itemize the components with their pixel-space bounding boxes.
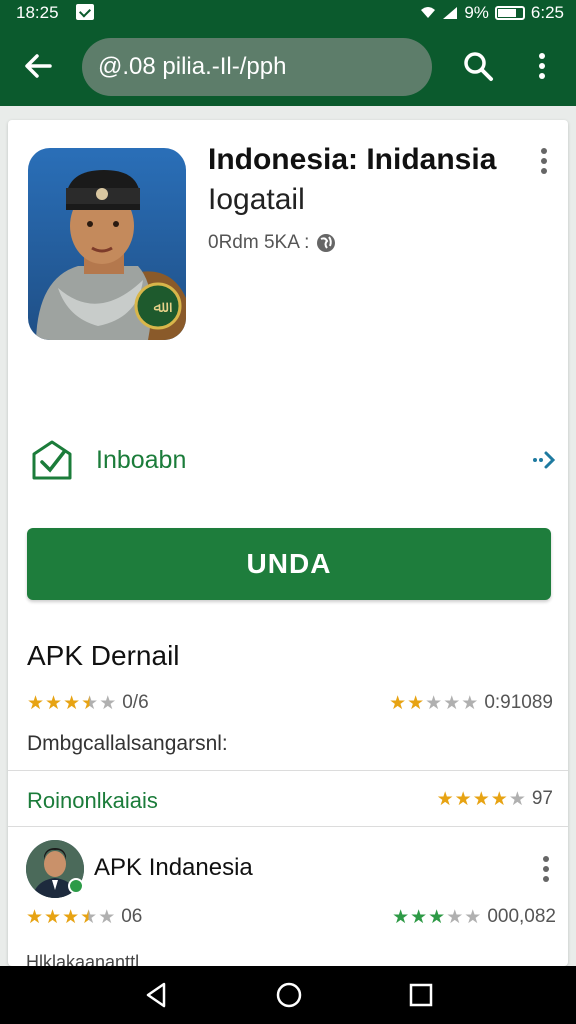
online-badge	[68, 878, 84, 894]
star-icon: ★	[508, 788, 526, 810]
star-icon: ★	[98, 906, 116, 928]
star-icon: ★	[443, 692, 461, 714]
rating-value-right: 0:91089	[484, 692, 553, 713]
app-subtitle: Iogatail	[208, 183, 305, 216]
search-input[interactable]: @.08 pilia.-Il-/pph	[82, 38, 432, 96]
star-icon: ★	[392, 906, 410, 928]
card-more-icon[interactable]	[534, 146, 554, 176]
star-icon: ★	[425, 692, 443, 714]
rating-value-left: 0/6	[122, 692, 149, 713]
star-icon: ★	[80, 906, 98, 928]
status-clock: 6:25	[530, 3, 564, 22]
status-time: 18:25	[16, 3, 59, 22]
star-icon: ★	[27, 692, 45, 714]
star-icon: ★	[81, 692, 99, 714]
app-card: ﷲ Indonesia: Inidansia Iogatail 0Rdm 5KA…	[8, 120, 568, 966]
star-icon: ★	[44, 906, 62, 928]
review-item: APK Indanesia ★ ★ ★ ★ ★ 06 ★ ★ ★ ★ ★ 000,082 Hlk…	[26, 840, 556, 966]
star-icon: ★	[461, 692, 479, 714]
star-icon: ★	[446, 906, 464, 928]
review-rating-row: ★ ★ ★ ★ ★ 06 ★ ★ ★ ★ ★ 000,082	[26, 906, 556, 934]
nav-home-icon[interactable]	[274, 980, 304, 1010]
rating-stars-right: ★ ★ ★ ★ ★	[389, 694, 478, 713]
battery-percent: 9%	[464, 3, 489, 22]
installed-check-icon	[32, 440, 72, 480]
star-icon: ★	[428, 906, 446, 928]
status-right: 9% 6:25	[420, 3, 564, 23]
installed-label: Inboabn	[96, 446, 187, 474]
app-meta: 0Rdm 5KA :	[208, 232, 337, 254]
star-icon: ★	[62, 906, 80, 928]
star-icon: ★	[472, 788, 490, 810]
arrow-right-icon[interactable]	[532, 448, 558, 472]
star-icon: ★	[389, 692, 407, 714]
review-snippet: Hlklakaananttl	[26, 952, 140, 966]
divider	[8, 826, 568, 827]
review-author: APK Indanesia	[94, 854, 253, 881]
star-icon: ★	[436, 788, 454, 810]
primary-action-button[interactable]: UNDA	[27, 528, 551, 600]
nav-back-icon[interactable]	[142, 980, 172, 1010]
arrow-left-icon[interactable]	[20, 48, 56, 84]
star-icon: ★	[464, 906, 482, 928]
reviews-row[interactable]: Roinonlkaiais ★ ★ ★ ★ ★ 97	[27, 788, 553, 818]
divider	[8, 770, 568, 771]
star-icon: ★	[410, 906, 428, 928]
review-stars-right: ★ ★ ★ ★ ★	[392, 908, 481, 927]
star-icon: ★	[454, 788, 472, 810]
review-stars-left: ★ ★ ★ ★ ★	[26, 908, 115, 927]
reviews-stars: ★ ★ ★ ★ ★	[437, 790, 526, 809]
status-bar: 18:25 9% 6:25	[0, 0, 576, 26]
system-nav-bar	[0, 966, 576, 1024]
rating-row: ★ ★ ★ ★ ★ 0/6 ★ ★ ★ ★ ★ 0:91089	[27, 692, 553, 720]
globe-icon	[317, 234, 336, 252]
star-icon: ★	[45, 692, 63, 714]
more-vert-icon[interactable]	[528, 48, 556, 84]
notification-icon	[76, 4, 94, 20]
reviews-value: 97	[531, 788, 553, 809]
nav-recent-icon[interactable]	[406, 980, 436, 1010]
star-icon: ★	[26, 906, 44, 928]
star-icon: ★	[407, 692, 425, 714]
installed-row[interactable]: Inboabn	[30, 436, 560, 486]
app-toolbar: @.08 pilia.-Il-/pph	[0, 26, 576, 106]
star-icon: ★	[490, 788, 508, 810]
rating-stars-left: ★ ★ ★ ★ ★	[27, 694, 116, 713]
reviews-label: Roinonlkaiais	[27, 788, 158, 813]
wifi-icon	[421, 7, 436, 18]
app-icon[interactable]: ﷲ	[28, 148, 186, 340]
section-title: APK Dernail	[27, 640, 180, 671]
review-more-icon[interactable]	[536, 854, 556, 884]
star-icon: ★	[63, 692, 81, 714]
search-icon[interactable]	[460, 48, 496, 84]
battery-icon	[494, 6, 525, 20]
signal-icon	[443, 7, 458, 19]
details-description: Dmbgcallalsangarsnl:	[27, 732, 228, 755]
review-value-right: 000,082	[487, 906, 556, 927]
app-meta-text: 0Rdm 5KA :	[208, 232, 310, 253]
app-title: Indonesia: Inidansia	[208, 143, 497, 176]
review-value-left: 06	[121, 906, 143, 927]
star-icon: ★	[99, 692, 117, 714]
